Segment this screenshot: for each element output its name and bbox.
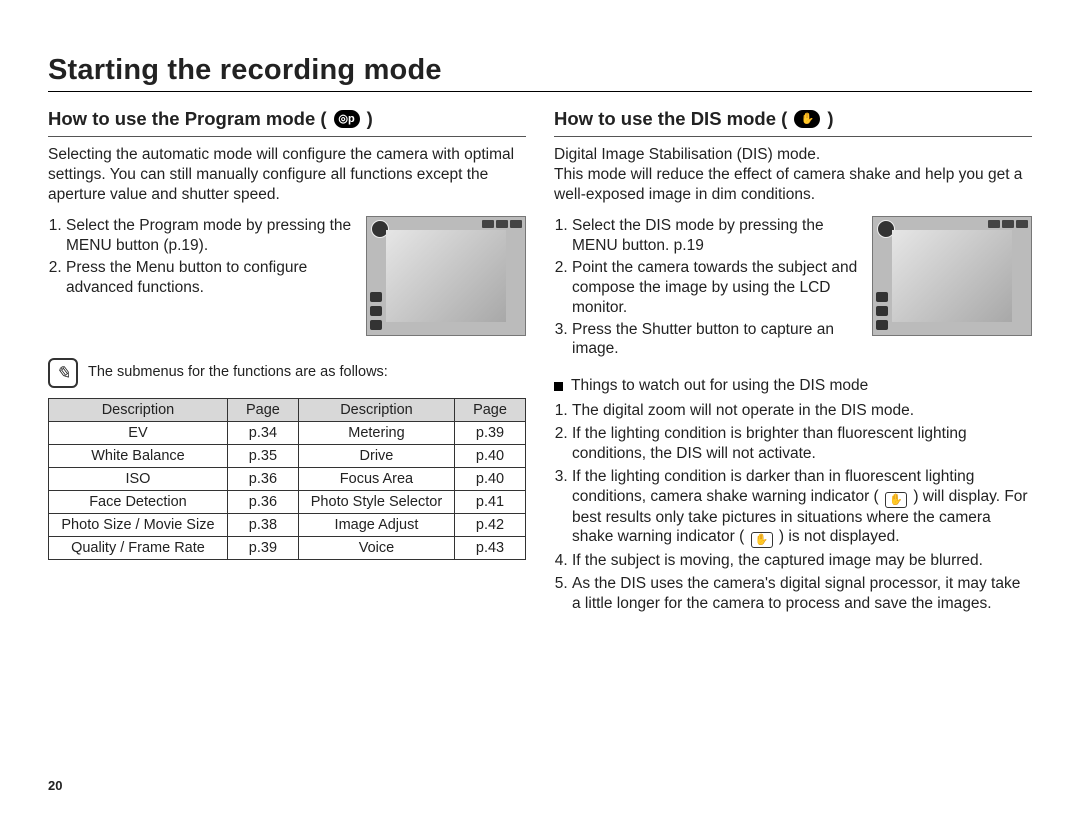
dis-mode-heading: How to use the DIS mode ( ✋ ): [554, 108, 1032, 130]
program-mode-heading: How to use the Program mode ( ◎p ): [48, 108, 526, 130]
program-mode-heading-text: How to use the Program mode (: [48, 108, 327, 130]
table-row: Face Detection p.36 Photo Style Selector…: [49, 491, 526, 514]
program-mode-heading-close: ): [367, 108, 373, 130]
dis-intro-1: Digital Image Stabilisation (DIS) mode.: [554, 145, 1032, 165]
program-step-2: Press the Menu button to configure advan…: [66, 258, 356, 298]
title-rule: [48, 91, 1032, 92]
program-step-1: Select the Program mode by pressing the …: [66, 216, 356, 256]
dis-lcd-preview: [872, 216, 1032, 336]
dis-mode-heading-text: How to use the DIS mode (: [554, 108, 787, 130]
dis-mode-icon: ✋: [794, 110, 820, 128]
dis-watch-list: The digital zoom will not operate in the…: [554, 401, 1032, 614]
program-mode-icon: ◎p: [334, 110, 360, 128]
shake-warning-icon: ✋: [885, 492, 907, 508]
dis-intro-2: This mode will reduce the effect of came…: [554, 165, 1032, 205]
program-lcd-preview: [366, 216, 526, 336]
table-header-row: Description Page Description Page: [49, 399, 526, 422]
dis-steps: Select the DIS mode by pressing the MENU…: [554, 216, 862, 361]
table-row: ISO p.36 Focus Area p.40: [49, 468, 526, 491]
th-desc-2: Description: [298, 399, 454, 422]
note-icon: ✎: [48, 358, 78, 388]
dis-sub-rule: [554, 136, 1032, 137]
dis-step-1: Select the DIS mode by pressing the MENU…: [572, 216, 862, 256]
left-column: How to use the Program mode ( ◎p ) Selec…: [48, 108, 526, 617]
th-desc-1: Description: [49, 399, 228, 422]
dis-mode-heading-close: ): [827, 108, 833, 130]
submenu-table: Description Page Description Page EV p.3…: [48, 398, 526, 560]
table-row: EV p.34 Metering p.39: [49, 422, 526, 445]
page-title: Starting the recording mode: [48, 54, 1032, 87]
th-page-2: Page: [455, 399, 526, 422]
dis-watch-4: If the subject is moving, the captured i…: [572, 551, 1032, 571]
shake-warning-icon: ✋: [751, 532, 773, 548]
table-row: White Balance p.35 Drive p.40: [49, 445, 526, 468]
program-steps: Select the Program mode by pressing the …: [48, 216, 356, 299]
dis-step-2: Point the camera towards the subject and…: [572, 258, 862, 317]
dis-watch-title: Things to watch out for using the DIS mo…: [571, 377, 868, 395]
dis-watch-2: If the lighting condition is brighter th…: [572, 424, 1032, 464]
table-row: Quality / Frame Rate p.39 Voice p.43: [49, 537, 526, 560]
th-page-1: Page: [227, 399, 298, 422]
program-sub-rule: [48, 136, 526, 137]
dis-watch-5: As the DIS uses the camera's digital sig…: [572, 574, 1032, 614]
program-intro: Selecting the automatic mode will config…: [48, 145, 526, 204]
page-number: 20: [48, 778, 62, 793]
table-row: Photo Size / Movie Size p.38 Image Adjus…: [49, 514, 526, 537]
dis-step-3: Press the Shutter button to capture an i…: [572, 320, 862, 360]
dis-watch-3: If the lighting condition is darker than…: [572, 467, 1032, 549]
bullet-square-icon: [554, 382, 563, 391]
right-column: How to use the DIS mode ( ✋ ) Digital Im…: [554, 108, 1032, 617]
note-caption: The submenus for the functions are as fo…: [88, 360, 388, 380]
dis-watch-1: The digital zoom will not operate in the…: [572, 401, 1032, 421]
